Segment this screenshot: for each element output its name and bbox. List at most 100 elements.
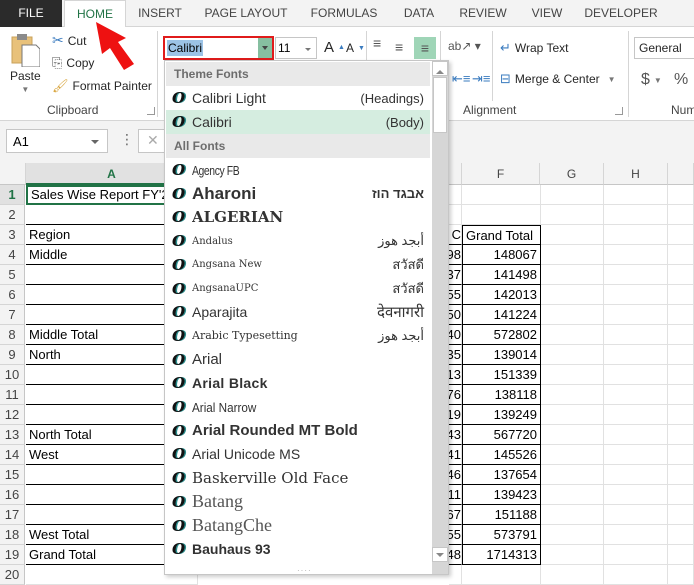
row-header[interactable]: 17 <box>0 505 25 525</box>
middle-align-button[interactable]: ≡ <box>395 39 403 55</box>
decrease-indent-button[interactable]: ⇤≡ <box>452 71 470 87</box>
font-option-angsana-new[interactable]: O Angsana New สวัสดี <box>166 253 430 277</box>
cell-i[interactable] <box>668 525 694 545</box>
copy-button[interactable]: ⎘ Copy <box>52 55 94 71</box>
cell-i[interactable] <box>668 445 694 465</box>
cell-h[interactable] <box>604 245 668 265</box>
cell-i[interactable] <box>668 265 694 285</box>
increase-indent-button[interactable]: ⇥≡ <box>472 71 490 87</box>
cell-i[interactable] <box>668 285 694 305</box>
cell-e-partial[interactable] <box>449 185 462 205</box>
cell-g[interactable] <box>541 325 604 345</box>
tab-file[interactable]: FILE <box>0 0 62 27</box>
column-header-f[interactable]: F <box>462 163 540 185</box>
cell-g[interactable] <box>541 365 604 385</box>
row-header[interactable]: 3 <box>0 225 25 245</box>
font-option-aharoni[interactable]: O Aharoni אבגד הוז <box>166 182 430 206</box>
top-align-button[interactable]: ≡ <box>373 35 381 51</box>
cell-e-partial[interactable]: 13 <box>449 365 462 385</box>
cut-button[interactable]: ✂ Cut <box>52 32 86 49</box>
column-header-i[interactable] <box>668 163 694 185</box>
cell-g[interactable] <box>541 185 604 205</box>
row-header[interactable]: 6 <box>0 285 25 305</box>
row-header[interactable]: 11 <box>0 385 25 405</box>
percent-button[interactable]: % <box>674 71 688 89</box>
font-option-batangche[interactable]: O BatangChe <box>166 514 430 538</box>
cell-h[interactable] <box>604 205 668 225</box>
cell-e-partial[interactable]: 55 <box>449 285 462 305</box>
cell-f[interactable]: 139014 <box>462 345 541 365</box>
cell-e-partial[interactable]: C <box>449 225 462 245</box>
row-header[interactable]: 20 <box>0 565 25 585</box>
font-size-combobox[interactable]: 11 <box>275 37 317 59</box>
scroll-down-arrow-icon[interactable] <box>432 547 448 562</box>
bottom-align-button[interactable]: ≡ <box>414 37 436 59</box>
font-option-agency-fb[interactable]: O Agency FB <box>166 158 430 182</box>
cell-f[interactable] <box>462 185 541 205</box>
orientation-button[interactable]: ab↗ ▾ <box>448 39 481 53</box>
cell-h[interactable] <box>604 505 668 525</box>
cell-h[interactable] <box>604 265 668 285</box>
font-option-arial-black[interactable]: O Arial Black <box>166 371 430 395</box>
cell-e-partial[interactable]: 19 <box>449 405 462 425</box>
cell-h[interactable] <box>604 565 668 585</box>
cell-g[interactable] <box>541 285 604 305</box>
cell-f[interactable]: Grand Total <box>462 225 541 245</box>
row-header[interactable]: 18 <box>0 525 25 545</box>
cell-f[interactable]: 145526 <box>462 445 541 465</box>
cell-f[interactable]: 141498 <box>462 265 541 285</box>
cell-h[interactable] <box>604 325 668 345</box>
cell-g[interactable] <box>541 265 604 285</box>
row-header[interactable]: 1 <box>0 185 25 205</box>
resize-grip-icon[interactable]: ···· <box>297 566 312 575</box>
cell-i[interactable] <box>668 385 694 405</box>
cell-f[interactable]: 141224 <box>462 305 541 325</box>
merge-dropdown-icon[interactable]: ▼ <box>608 75 616 84</box>
cell-h[interactable] <box>604 285 668 305</box>
font-option-arial-unicode-ms[interactable]: O Arial Unicode MS <box>166 442 430 466</box>
cell-h[interactable] <box>604 465 668 485</box>
tab-data[interactable]: DATA <box>392 0 446 27</box>
cell-e-partial[interactable]: 50 <box>449 305 462 325</box>
tab-page-layout[interactable]: PAGE LAYOUT <box>196 0 296 27</box>
name-box[interactable]: A1 <box>6 129 108 153</box>
font-option-andalus[interactable]: O Andalus أبجد هوز <box>166 229 430 253</box>
cell-e-partial[interactable]: 37 <box>449 265 462 285</box>
cell-e-partial[interactable]: 46 <box>449 465 462 485</box>
cell-h[interactable] <box>604 225 668 245</box>
cell-f[interactable]: 151188 <box>462 505 541 525</box>
cell-g[interactable] <box>541 225 604 245</box>
cell-e-partial[interactable] <box>449 565 462 585</box>
font-option-calibri-light[interactable]: O Calibri Light (Headings) <box>166 86 430 110</box>
cell-g[interactable] <box>541 205 604 225</box>
cell-f[interactable]: 139249 <box>462 405 541 425</box>
tab-review[interactable]: REVIEW <box>450 0 516 27</box>
cell-g[interactable] <box>541 545 604 565</box>
cell-g[interactable] <box>541 485 604 505</box>
cell-e-partial[interactable]: 35 <box>449 345 462 365</box>
cell-h[interactable] <box>604 305 668 325</box>
paste-button[interactable]: Paste ▼ <box>10 31 41 94</box>
increase-font-size-button[interactable]: A ▲ <box>324 39 345 56</box>
cell-e-partial[interactable]: 40 <box>449 325 462 345</box>
currency-button[interactable]: $ ▼ <box>641 71 662 89</box>
font-list-scrollbar[interactable] <box>432 61 448 574</box>
cell-h[interactable] <box>604 485 668 505</box>
cell-f[interactable]: 567720 <box>462 425 541 445</box>
cell-i[interactable] <box>668 225 694 245</box>
cell-f[interactable] <box>462 565 541 585</box>
cell-i[interactable] <box>668 205 694 225</box>
font-option-bauhaus-93[interactable]: O Bauhaus 93 <box>166 537 430 561</box>
cell-g[interactable] <box>541 245 604 265</box>
row-header[interactable]: 2 <box>0 205 25 225</box>
row-header[interactable]: 19 <box>0 545 25 565</box>
cell-i[interactable] <box>668 545 694 565</box>
font-option-calibri[interactable]: O Calibri (Body) <box>166 110 430 134</box>
tab-view[interactable]: VIEW <box>520 0 574 27</box>
tab-formulas[interactable]: FORMULAS <box>300 0 388 27</box>
font-option-algerian[interactable]: O ALGERIAN <box>166 205 430 229</box>
row-header[interactable]: 12 <box>0 405 25 425</box>
cell-f[interactable]: 1714313 <box>462 545 541 565</box>
cell-e-partial[interactable]: 98 <box>449 245 462 265</box>
row-header[interactable]: 8 <box>0 325 25 345</box>
